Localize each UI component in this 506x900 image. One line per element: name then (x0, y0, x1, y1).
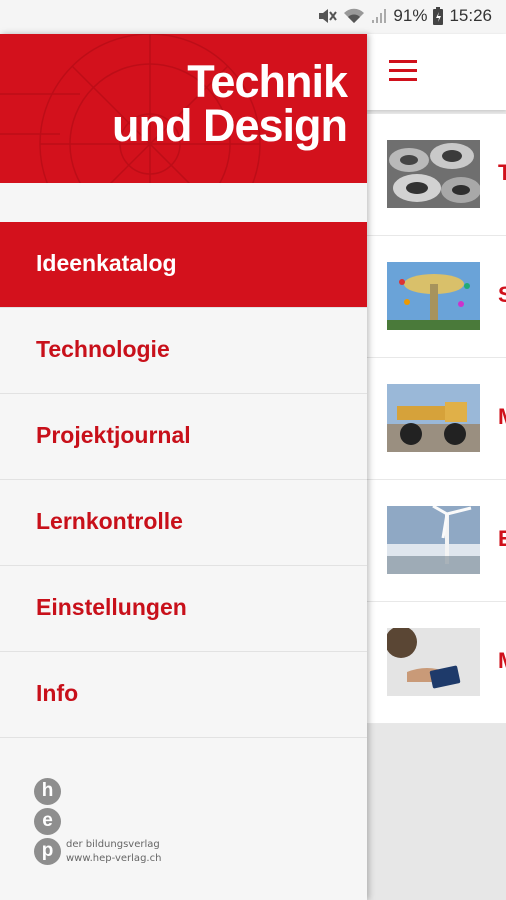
list-item-title: E (498, 526, 506, 551)
list-item-title: S (498, 282, 506, 307)
list-item[interactable]: M (367, 358, 506, 480)
list-item-title: M (498, 648, 506, 674)
nav-item-lernkontrolle[interactable]: Lernkontrolle (0, 480, 367, 566)
dump-truck-thumbnail (387, 384, 480, 452)
logo-tagline: der bildungsverlag (66, 839, 160, 850)
nav-item-label: Einstellungen (36, 594, 187, 620)
list-item-title: T (498, 160, 506, 185)
nav-item-einstellungen[interactable]: Einstellungen (0, 566, 367, 652)
list-item[interactable]: E (367, 480, 506, 602)
app-title-line1: Technik (187, 56, 348, 107)
nav-item-label: Ideenkatalog (36, 250, 177, 276)
battery-percent: 91% (393, 6, 428, 25)
signal-icon (371, 7, 387, 25)
list-item-title: M (498, 404, 506, 430)
wind-turbine-thumbnail (387, 506, 480, 574)
nav-item-ideenkatalog[interactable]: Ideenkatalog (0, 222, 367, 308)
app-title: Technik und Design (112, 56, 348, 151)
nav-item-projektjournal[interactable]: Projektjournal (0, 394, 367, 480)
nav-item-label: Info (36, 680, 79, 706)
battery-icon (433, 7, 444, 25)
carousel-thumbnail (387, 262, 480, 330)
mute-icon (317, 7, 338, 25)
logo-url: www.hep-verlag.ch (66, 853, 162, 864)
clock: 15:26 (449, 6, 492, 25)
wifi-icon (343, 7, 365, 25)
nav-item-label: Lernkontrolle (36, 508, 183, 534)
drawer-menu: Ideenkatalog Technologie Projektjournal … (0, 222, 367, 738)
drawer-header: Technik und Design (0, 34, 367, 183)
nav-item-label: Technologie (36, 336, 170, 362)
hamburger-menu-icon[interactable] (389, 60, 417, 84)
logo-letter-e: e (34, 808, 61, 835)
list-item[interactable]: T (367, 114, 506, 236)
app-bar (367, 34, 506, 110)
list-item[interactable]: M (367, 602, 506, 724)
nav-item-info[interactable]: Info (0, 652, 367, 738)
list-item[interactable]: S (367, 236, 506, 358)
logo-letter-p: p (34, 838, 61, 865)
tablet-hand-thumbnail (387, 628, 480, 696)
status-bar: 91% 15:26 (0, 0, 506, 34)
nav-item-label: Projektjournal (36, 422, 191, 448)
app-title-line2: und Design (112, 100, 348, 151)
publisher-logo: h e p der bildungsverlag www.hep-verlag.… (34, 778, 234, 868)
navigation-drawer: Technik und Design Ideenkatalog Technolo… (0, 34, 367, 900)
logo-letter-h: h (34, 778, 61, 805)
main-content: T S E (367, 34, 506, 900)
metal-rings-thumbnail (387, 140, 480, 208)
idea-list: T S E (367, 114, 506, 724)
nav-item-technologie[interactable]: Technologie (0, 308, 367, 394)
